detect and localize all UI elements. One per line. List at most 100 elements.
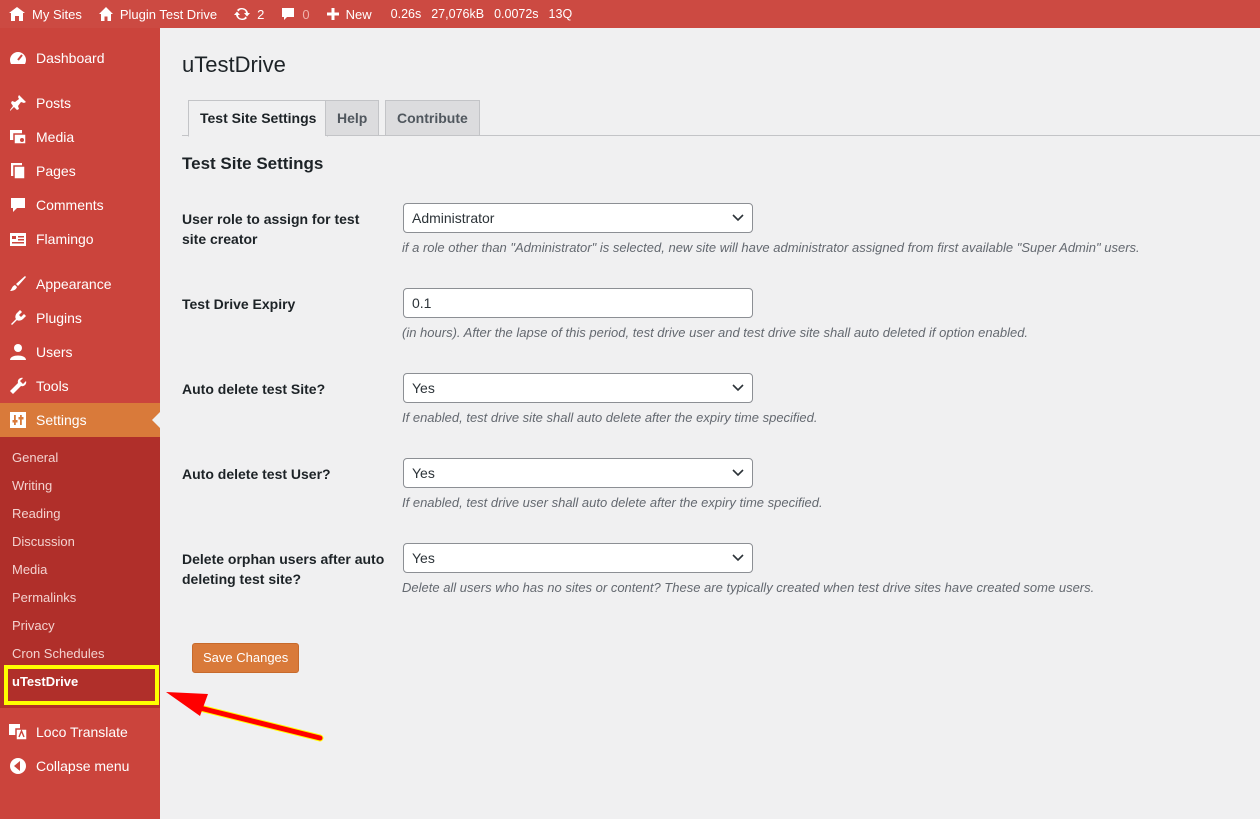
admin-bar: My Sites Plugin Test Drive 2 0 New 0.26s… [0,0,1260,28]
tab-test-site-settings[interactable]: Test Site Settings [188,100,329,137]
select-value: Yes [412,465,435,481]
updates-count: 2 [257,6,265,22]
dashboard-icon [0,48,36,68]
menu-label: Dashboard [36,50,105,66]
menu-settings[interactable]: Settings [0,403,160,437]
user-role-select[interactable]: Administrator [403,203,753,233]
menu-media[interactable]: Media [0,120,160,154]
menu-label: Collapse menu [36,758,130,774]
auto-delete-site-label: Auto delete test Site? [182,381,326,397]
submenu-permalinks[interactable]: Permalinks [12,588,76,608]
wrench-icon [0,376,36,396]
user-role-label: User role to assign for test site creato… [182,211,360,247]
menu-pages[interactable]: Pages [0,154,160,188]
menu-appearance[interactable]: Appearance [0,267,160,301]
chevron-down-icon [732,469,744,477]
nav-tabs: Test Site Settings Help Contribute [182,100,1260,137]
comments-menu[interactable]: 0 [272,0,317,28]
menu-label: Loco Translate [36,724,128,740]
auto-delete-user-description: If enabled, test drive user shall auto d… [402,495,823,510]
section-title: Test Site Settings [182,154,324,173]
auto-delete-user-select[interactable]: Yes [403,458,753,488]
auto-delete-user-label: Auto delete test User? [182,466,331,482]
input-value: 0.1 [412,295,432,311]
expiry-label: Test Drive Expiry [182,296,296,312]
menu-plugins[interactable]: Plugins [0,301,160,335]
expiry-input[interactable]: 0.1 [403,288,753,318]
submenu-reading[interactable]: Reading [12,504,60,524]
comment-icon [282,8,295,20]
user-icon [0,342,36,362]
arrow-annotation [166,692,324,742]
pages-icon [0,161,36,181]
collapse-menu-button[interactable]: Collapse menu [0,749,160,783]
tab-contribute[interactable]: Contribute [385,100,480,136]
page-title: uTestDrive [182,52,286,77]
chevron-down-icon [732,384,744,392]
delete-orphan-users-description: Delete all users who has no sites or con… [402,580,1095,595]
query-monitor-menu[interactable]: 0.26s 27,076kB 0.0072s 13Q [380,0,586,28]
stat-db-time: 0.0072s [494,7,539,21]
auto-delete-site-select[interactable]: Yes [403,373,753,403]
translate-icon [0,722,36,742]
menu-loco-translate[interactable]: Loco Translate [0,715,160,749]
submenu-cron-schedules[interactable]: Cron Schedules [12,644,105,664]
site-name-menu[interactable]: Plugin Test Drive [90,0,225,28]
user-role-description: if a role other than "Administrator" is … [402,240,1140,255]
menu-label: Settings [36,412,87,428]
menu-label: Plugins [36,310,82,326]
flamingo-icon [0,229,36,249]
tab-help[interactable]: Help [325,100,380,136]
stat-memory: 27,076kB [431,7,485,21]
submenu-general[interactable]: General [12,448,58,468]
media-icon [0,127,36,147]
expiry-description: (in hours). After the lapse of this peri… [402,325,1029,340]
settings-icon [0,410,36,430]
auto-delete-site-description: If enabled, test drive site shall auto d… [402,410,818,425]
plugin-icon [0,308,36,328]
save-changes-button[interactable]: Save Changes [192,643,300,673]
menu-label: Posts [36,95,72,111]
sites-icon [9,7,25,21]
menu-tools[interactable]: Tools [0,369,160,403]
pin-icon [0,93,36,113]
my-sites-label: My Sites [32,6,82,22]
updates-menu[interactable]: 2 [225,0,272,28]
brush-icon [0,274,36,294]
menu-label: Flamingo [36,231,94,247]
menu-label: Media [36,129,75,145]
menu-label: Comments [36,197,104,213]
chevron-down-icon [732,554,744,562]
plus-icon [326,8,339,20]
menu-label: Pages [36,163,76,179]
select-value: Administrator [412,210,495,226]
menu-flamingo[interactable]: Flamingo [0,222,160,256]
menu-label: Users [36,344,73,360]
submenu-discussion[interactable]: Discussion [12,532,75,552]
menu-label: Tools [36,378,69,394]
stat-queries: 13Q [548,7,573,21]
menu-dashboard[interactable]: Dashboard [0,41,160,75]
comment-icon [0,195,36,215]
collapse-icon [0,756,36,776]
home-icon [98,7,113,21]
comments-count: 0 [302,6,310,22]
new-label: New [345,6,372,22]
menu-posts[interactable]: Posts [0,86,160,120]
submenu-media[interactable]: Media [12,560,47,580]
current-menu-arrow [152,412,160,428]
submenu-writing[interactable]: Writing [12,476,52,496]
menu-comments[interactable]: Comments [0,188,160,222]
stat-time: 0.26s [390,7,422,21]
highlight-annotation [4,665,159,705]
delete-orphan-users-select[interactable]: Yes [403,543,753,573]
chevron-down-icon [732,214,744,222]
new-content-menu[interactable]: New [318,0,380,28]
my-sites-menu[interactable]: My Sites [0,0,90,28]
menu-label: Appearance [36,276,112,292]
menu-users[interactable]: Users [0,335,160,369]
submenu-privacy[interactable]: Privacy [12,616,55,636]
select-value: Yes [412,380,435,396]
site-name-label: Plugin Test Drive [119,6,218,22]
delete-orphan-users-label: Delete orphan users after auto deleting … [182,551,385,587]
